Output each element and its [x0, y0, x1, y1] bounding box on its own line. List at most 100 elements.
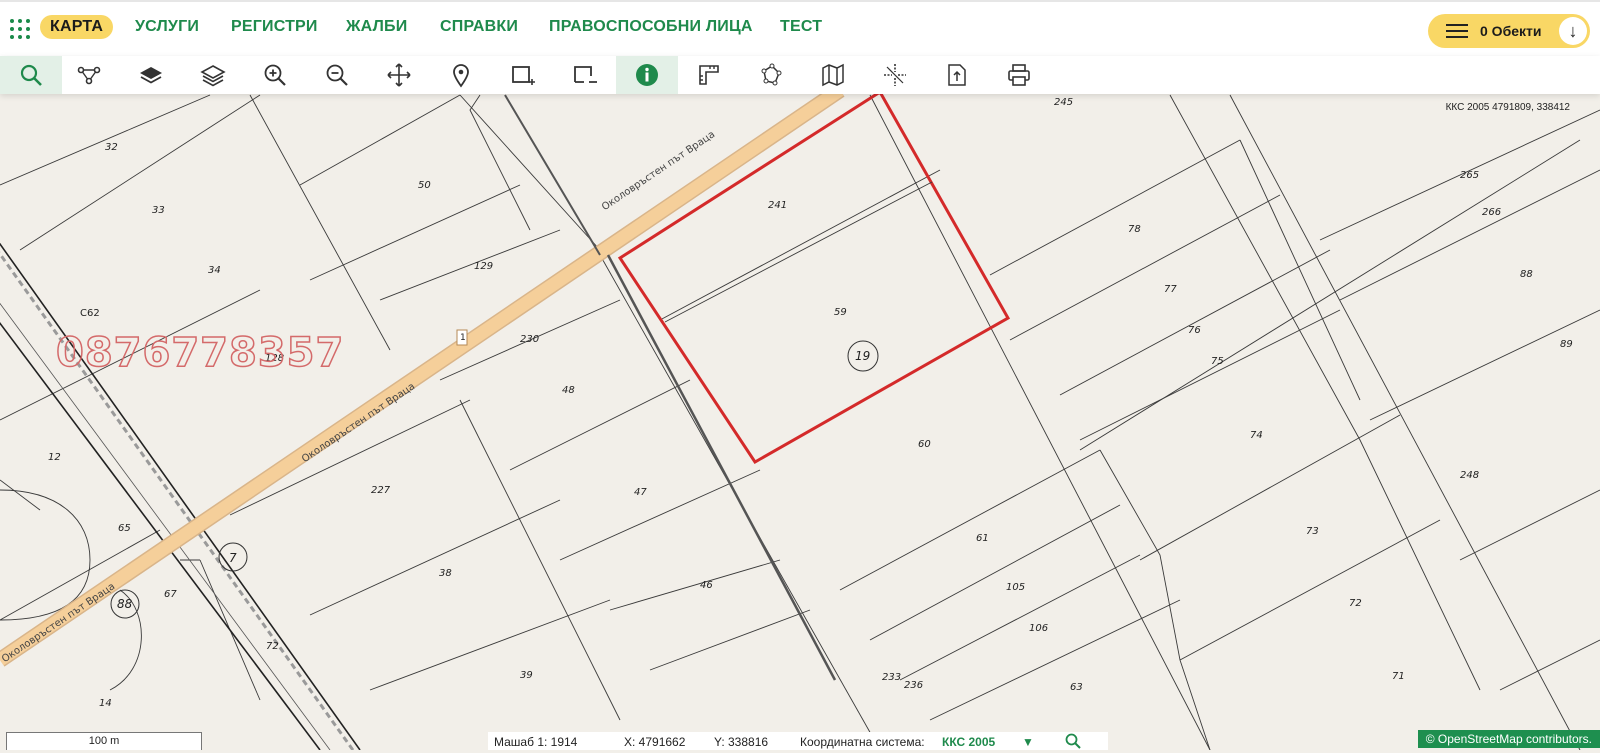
nav-registers[interactable]: РЕГИСТРИ [231, 18, 318, 36]
top-navigation-bar: КАРТА УСЛУГИ РЕГИСТРИ ЖАЛБИ СПРАВКИ ПРАВ… [0, 0, 1600, 56]
select-remove-button[interactable] [554, 56, 616, 94]
crosshair-button[interactable] [864, 56, 926, 94]
zoom-out-button[interactable] [306, 56, 368, 94]
select-add-icon [512, 66, 535, 85]
coord-system-label: Координатна система: [800, 735, 925, 749]
parcel-number: 14 [99, 698, 112, 709]
parcel-number: С62 [80, 308, 100, 319]
parcel-number: 71 [1392, 671, 1405, 682]
parcel-number: 60 [918, 439, 931, 450]
parcel-number: 245 [1054, 97, 1074, 108]
parcel-number: 241 [768, 200, 788, 211]
location-pin-icon [453, 64, 469, 88]
info-tool-button[interactable] [616, 56, 678, 94]
nav-complaints[interactable]: ЖАЛБИ [346, 18, 407, 36]
parcel-number: 227 [371, 485, 391, 496]
menu-icon [1446, 24, 1468, 38]
zoom-in-button[interactable] [244, 56, 306, 94]
nav-map[interactable]: КАРТА [40, 15, 114, 39]
map-button[interactable] [802, 56, 864, 94]
parcel-number: 72 [266, 641, 279, 652]
parcel-number: 59 [834, 307, 847, 318]
layers-outline-tool-button[interactable] [182, 56, 244, 94]
coord-system-select[interactable]: ККС 2005 [942, 735, 995, 749]
parcel-number: 61 [976, 533, 989, 544]
parcel-number: 50 [418, 180, 431, 191]
parcel-number: 88 [1520, 269, 1533, 280]
objects-count-label: 0 Обекти [1480, 23, 1542, 39]
parcel-number: 74 [1250, 430, 1263, 441]
pan-button[interactable] [368, 56, 430, 94]
map-toolbar [0, 56, 1600, 94]
circled-number: 7 [229, 551, 237, 565]
parcel-number: 76 [1188, 325, 1201, 336]
parcel-number: 34 [208, 265, 221, 276]
select-remove-icon [574, 66, 597, 83]
measure-icon [699, 65, 719, 85]
scale-bar: 100 m [6, 732, 202, 750]
nav-services[interactable]: УСЛУГИ [135, 18, 199, 36]
parcel-number: 67 [164, 589, 177, 600]
apps-grid-icon[interactable] [10, 19, 32, 41]
layers-icon [140, 67, 162, 84]
x-coordinate: X: 4791662 [624, 735, 686, 749]
map-canvas[interactable]: 32 33 34 50 129 128 12 65 67 72 14 227 3… [0, 94, 1600, 750]
parcel-number: 105 [1006, 582, 1026, 593]
print-icon [1008, 64, 1030, 86]
circled-number: 88 [117, 597, 133, 611]
search-icon [20, 64, 42, 86]
y-coordinate: Y: 338816 [714, 735, 769, 749]
cadastral-map-layer [0, 94, 1600, 750]
zoom-in-icon [264, 64, 286, 86]
status-bar: Машаб 1: 1914 X: 4791662 Y: 338816 Коорд… [488, 732, 1108, 750]
parcel-number: 39 [520, 670, 533, 681]
parcel-number: 230 [520, 334, 540, 345]
parcel-number: 78 [1128, 224, 1141, 235]
parcel-number: 73 [1306, 526, 1319, 537]
scale-readout: Машаб 1: 1914 [494, 735, 578, 749]
route-icon [77, 66, 101, 85]
parcel-number: 72 [1349, 598, 1362, 609]
route-tool-button[interactable] [58, 56, 120, 94]
parcel-number: 106 [1029, 623, 1049, 634]
crosshair-icon [884, 64, 906, 86]
parcel-number: 33 [152, 205, 165, 216]
dropdown-arrow-icon[interactable]: ▼ [1022, 735, 1034, 749]
pan-icon [387, 63, 411, 87]
parcel-number: 47 [634, 487, 647, 498]
parcel-number: 265 [1460, 170, 1480, 181]
map-icon [822, 63, 844, 87]
parcel-number: 77 [1164, 284, 1177, 295]
parcel-number: 48 [562, 385, 575, 396]
parcel-number: 75 [1211, 356, 1224, 367]
parcel-number: 65 [118, 523, 131, 534]
layers-outline-icon [200, 65, 226, 87]
parcel-number: 63 [1070, 682, 1083, 693]
layers-tool-button[interactable] [120, 56, 182, 94]
select-add-button[interactable] [492, 56, 554, 94]
parcel-number: 233 [882, 672, 902, 683]
parcel-number: 129 [474, 261, 494, 272]
nav-references[interactable]: СПРАВКИ [440, 18, 518, 36]
polygon-button[interactable] [740, 56, 802, 94]
location-button[interactable] [430, 56, 492, 94]
map-attribution[interactable]: © OpenStreetMap contributors. [1417, 730, 1600, 748]
objects-counter-button[interactable]: 0 Обекти ↓ [1428, 14, 1590, 48]
measure-button[interactable] [678, 56, 740, 94]
road-number-marker: 1 [460, 333, 466, 343]
parcel-number: 236 [904, 680, 924, 691]
coordinate-readout: ККС 2005 4791809, 338412 [1445, 102, 1570, 113]
parcel-number: 46 [700, 580, 713, 591]
export-icon [948, 64, 966, 86]
parcel-number: 32 [105, 142, 118, 153]
parcel-number: 12 [48, 452, 61, 463]
print-button[interactable] [988, 56, 1050, 94]
search-tool-button[interactable] [0, 56, 62, 94]
parcel-number: 266 [1482, 207, 1502, 218]
arrow-down-icon[interactable]: ↓ [1559, 17, 1587, 45]
export-button[interactable] [926, 56, 988, 94]
nav-qualified-persons[interactable]: ПРАВОСПОСОБНИ ЛИЦА [549, 18, 753, 36]
circled-number: 19 [855, 349, 871, 363]
parcel-number: 89 [1560, 339, 1573, 350]
nav-test[interactable]: ТЕСТ [780, 18, 822, 36]
